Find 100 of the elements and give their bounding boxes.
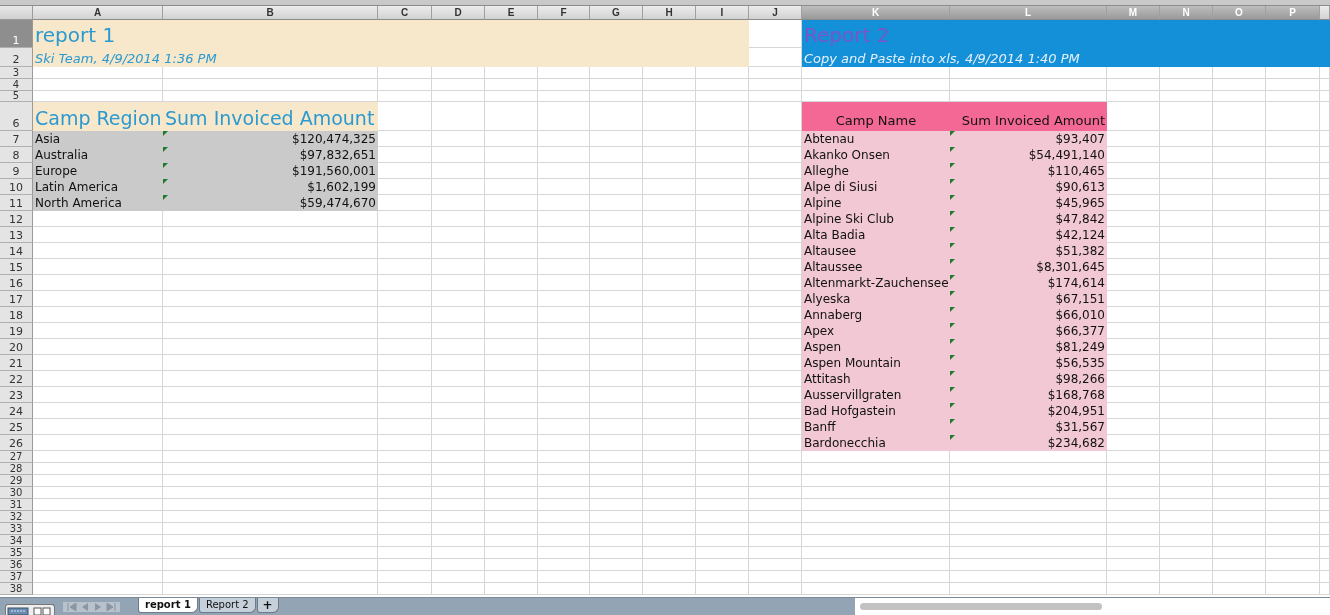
row-header[interactable]: 3 [0,67,33,79]
column-header[interactable]: F [538,6,590,20]
row-header[interactable]: 28 [0,463,33,475]
row-header[interactable]: 31 [0,499,33,511]
row-header[interactable]: 24 [0,403,33,419]
table-cell: $66,377 [950,323,1107,339]
table-cell: Alleghe [802,163,950,179]
table-cell: $56,535 [950,355,1107,371]
table-cell: $81,249 [950,339,1107,355]
row-header[interactable]: 35 [0,547,33,559]
row-header[interactable]: 21 [0,355,33,371]
table-cell: Latin America [33,179,163,195]
column-header[interactable]: C [378,6,432,20]
table-cell: $234,682 [950,435,1107,451]
row-header[interactable]: 8 [0,147,33,163]
report-subtitle: Copy and Paste into xls, 4/9/2014 1:40 PM [802,48,1330,67]
table-cell: Bad Hofgastein [802,403,950,419]
row-header[interactable]: 34 [0,535,33,547]
table-cell: $110,465 [950,163,1107,179]
row-header[interactable]: 7 [0,131,33,147]
row-header[interactable]: 26 [0,435,33,451]
row-header[interactable]: 14 [0,243,33,259]
last-sheet-icon[interactable] [106,602,116,611]
table-cell: $98,266 [950,371,1107,387]
table-cell: $174,614 [950,275,1107,291]
table-cell: Alyeska [802,291,950,307]
column-header[interactable]: B [163,6,378,20]
column-header[interactable]: H [643,6,696,20]
row-header[interactable]: 23 [0,387,33,403]
row-header[interactable]: 4 [0,79,33,91]
table-cell: $8,301,645 [950,259,1107,275]
row-header[interactable]: 29 [0,475,33,487]
row-header[interactable]: 22 [0,371,33,387]
row-header[interactable]: 10 [0,179,33,195]
row-header[interactable]: 9 [0,163,33,179]
row-header[interactable]: 6 [0,102,33,131]
table-cell: Asia [33,131,163,147]
table-cell: $59,474,670 [163,195,378,211]
row-header[interactable]: 32 [0,511,33,523]
row-header[interactable]: 11 [0,195,33,211]
column-header[interactable]: A [33,6,163,20]
table-cell: Alta Badia [802,227,950,243]
column-header[interactable]: I [696,6,749,20]
normal-view-icon[interactable] [6,605,30,615]
table-cell: Banff [802,419,950,435]
table-cell: $45,965 [950,195,1107,211]
first-sheet-icon[interactable] [67,602,77,611]
row-header[interactable]: 15 [0,259,33,275]
column-header[interactable]: D [432,6,485,20]
table-cell: Apex [802,323,950,339]
row-header[interactable]: 13 [0,227,33,243]
sheet-tab[interactable]: report 1 [138,598,198,613]
row-header[interactable]: 5 [0,91,33,102]
select-all-button[interactable] [0,6,33,20]
row-header[interactable]: 37 [0,571,33,583]
table-cell: $120,474,325 [163,131,378,147]
row-header[interactable]: 16 [0,275,33,291]
previous-sheet-icon[interactable] [80,602,90,611]
table-cell: Aspen [802,339,950,355]
table-cell: North America [33,195,163,211]
row-header[interactable]: 17 [0,291,33,307]
row-header[interactable]: 38 [0,583,33,595]
page-layout-icon[interactable] [30,605,54,615]
row-header[interactable]: 30 [0,487,33,499]
row-header[interactable]: 19 [0,323,33,339]
row-header[interactable]: 20 [0,339,33,355]
table-cell: $97,832,651 [163,147,378,163]
table-cell: $191,560,001 [163,163,378,179]
table-cell: $51,382 [950,243,1107,259]
table-cell: Attitash [802,371,950,387]
table-cell: $168,768 [950,387,1107,403]
row-header[interactable]: 18 [0,307,33,323]
add-sheet-button[interactable]: + [256,598,279,613]
table-cell: Alpe di Siusi [802,179,950,195]
sheet-tab[interactable]: Report 2 [198,598,256,613]
row-header[interactable]: 33 [0,523,33,535]
row-header[interactable]: 36 [0,559,33,571]
table-cell: Bardonecchia [802,435,950,451]
column-header[interactable] [1320,6,1330,20]
table-cell: Alpine [802,195,950,211]
row-header[interactable]: 25 [0,419,33,435]
table-cell: Europe [33,163,163,179]
table-cell: Altausee [802,243,950,259]
row-header[interactable]: 12 [0,211,33,227]
column-header[interactable]: G [590,6,643,20]
scrollbar-thumb[interactable] [860,603,1102,610]
table-cell: $31,567 [950,419,1107,435]
column-heading: Camp Name [802,102,950,131]
column-header[interactable]: J [749,6,802,20]
next-sheet-icon[interactable] [93,602,103,611]
table-cell: $47,842 [950,211,1107,227]
row-header[interactable]: 2 [0,48,33,67]
column-header[interactable]: E [485,6,538,20]
table-cell: $42,124 [950,227,1107,243]
table-cell: $1,602,199 [163,179,378,195]
table-cell: Abtenau [802,131,950,147]
table-cell: Altenmarkt-Zauchensee [802,275,950,291]
table-cell: Alpine Ski Club [802,211,950,227]
table-cell: Annaberg [802,307,950,323]
row-header[interactable]: 27 [0,451,33,463]
